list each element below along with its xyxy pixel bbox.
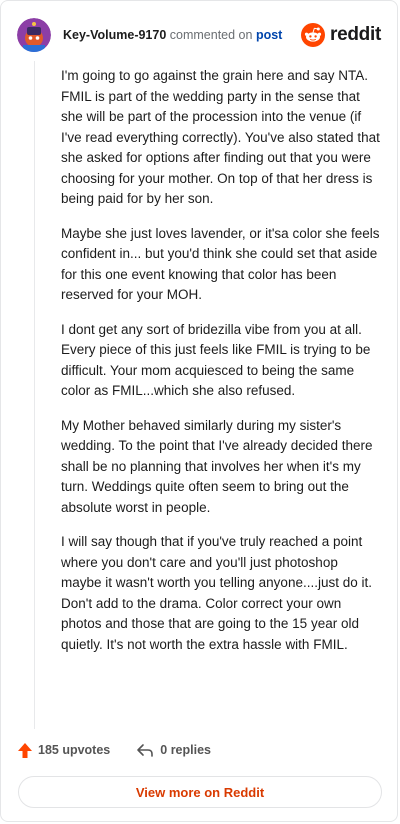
comment-paragraph: Maybe she just loves lavender, or it'sa … xyxy=(61,225,380,303)
snoo-avatar-icon xyxy=(17,18,51,52)
comment-paragraph: My Mother behaved similarly during my si… xyxy=(61,417,373,515)
user-avatar[interactable] xyxy=(17,18,51,52)
action-text: commented on xyxy=(169,28,253,42)
comment-embed-card: Key-Volume-9170 commented on post reddit… xyxy=(0,0,398,822)
reply-count: 0 replies xyxy=(160,743,211,757)
comment-footer: 185 upvotes 0 replies xyxy=(17,739,211,761)
reddit-wordmark: reddit xyxy=(330,24,381,45)
reddit-snoo-icon xyxy=(301,23,326,47)
comment-paragraph: I will say though that if you've truly r… xyxy=(61,534,372,652)
upvote-arrow-icon xyxy=(18,742,32,758)
upvote-button[interactable]: 185 upvotes xyxy=(17,742,110,759)
username[interactable]: Key-Volume-9170 xyxy=(63,28,166,42)
replies-button[interactable]: 0 replies xyxy=(136,743,211,757)
view-more-button[interactable]: View more on Reddit xyxy=(18,776,382,808)
reddit-logo[interactable]: reddit xyxy=(301,23,381,47)
comment-header: Key-Volume-9170 commented on post reddit xyxy=(17,15,381,55)
comment-meta: Key-Volume-9170 commented on post xyxy=(63,27,282,43)
comment-body: I'm going to go against the grain here a… xyxy=(61,66,381,669)
thread-line xyxy=(34,61,35,729)
post-link[interactable]: post xyxy=(256,28,282,42)
reply-arrow-icon xyxy=(137,744,154,757)
comment-paragraph: I dont get any sort of bridezilla vibe f… xyxy=(61,321,371,399)
comment-paragraph: I'm going to go against the grain here a… xyxy=(61,68,380,206)
upvote-count: 185 upvotes xyxy=(38,743,111,757)
